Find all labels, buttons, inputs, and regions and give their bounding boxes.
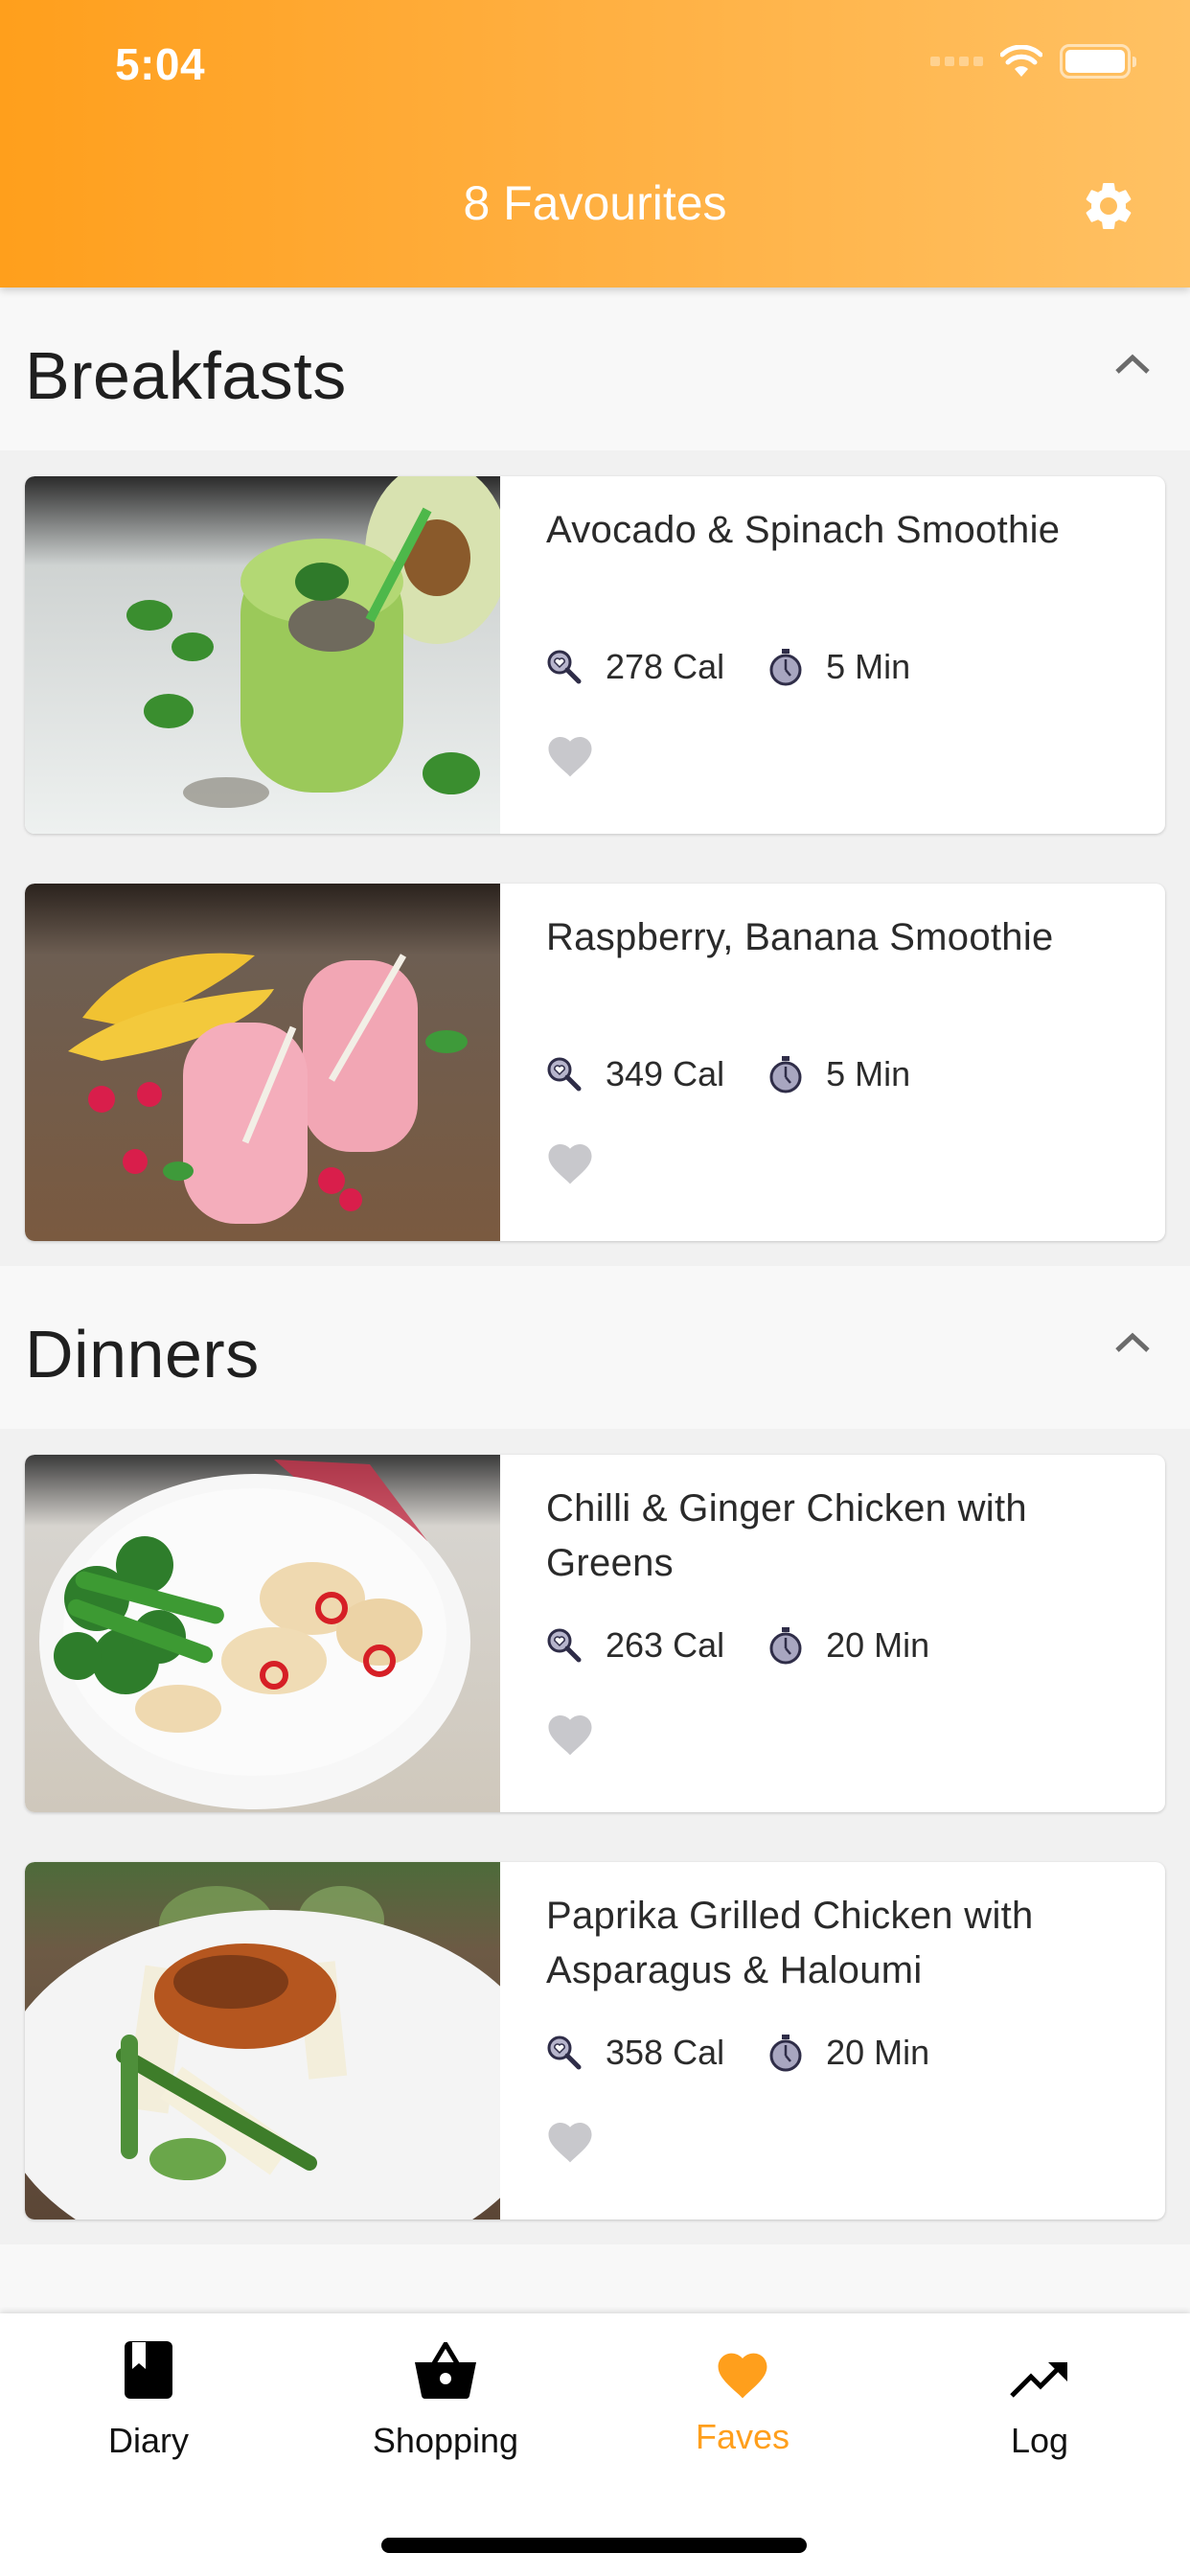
favourite-button[interactable]: [544, 1138, 596, 1185]
status-icons: [930, 44, 1136, 79]
calories: 263 Cal: [546, 1625, 724, 1666]
diary-book-icon: [125, 2341, 172, 2399]
recipe-meta: 358 Cal 20 Min: [546, 2033, 929, 2073]
recipe-image: [25, 476, 500, 834]
heart-icon: [718, 2353, 767, 2399]
chicken-greens-bowl-photo: [25, 1455, 500, 1812]
time-value: 5 Min: [826, 1054, 911, 1093]
calorie-search-icon: [547, 650, 582, 684]
app-header: 5:04 8 Favourites: [0, 0, 1190, 288]
battery-icon: [1060, 44, 1136, 79]
prep-time: 5 Min: [768, 647, 910, 687]
calories: 349 Cal: [546, 1054, 724, 1094]
page-title: 8 Favourites: [463, 176, 727, 230]
tab-label: Faves: [695, 2417, 790, 2456]
recipe-meta: 349 Cal 5 Min: [546, 1054, 910, 1094]
section-dinners: Dinners Chilli & Ginger Chicken with Gre…: [0, 1266, 1190, 2244]
pink-smoothie-photo: [25, 884, 500, 1241]
trending-up-icon: [1010, 2362, 1067, 2398]
section-title: Dinners: [25, 1317, 260, 1392]
calorie-search-icon: [547, 1057, 582, 1092]
favourite-button[interactable]: [544, 2116, 596, 2164]
prep-time: 20 Min: [768, 1625, 929, 1666]
prep-time: 20 Min: [768, 2033, 929, 2073]
tab-label: Log: [1010, 2421, 1069, 2460]
time-value: 20 Min: [826, 1625, 930, 1665]
collapse-button[interactable]: [1104, 1314, 1161, 1371]
heart-icon: [548, 737, 592, 777]
favourite-button[interactable]: [544, 1709, 596, 1757]
favourites-list[interactable]: Breakfasts Avocado & Spinach Smoothie 27…: [0, 288, 1190, 2313]
recipe-name: Avocado & Spinach Smoothie: [546, 509, 1061, 551]
favourite-button[interactable]: [544, 730, 596, 778]
chevron-up-icon: [1115, 354, 1150, 374]
section-header[interactable]: Dinners: [0, 1266, 1190, 1429]
recipe-name: Chilli & Ginger Chicken with Greens: [546, 1487, 1027, 1584]
signal-icon: [930, 57, 983, 66]
gear-icon: [1086, 182, 1132, 229]
recipe-details: Avocado & Spinach Smoothie 278 Cal 5 Min: [500, 476, 1165, 834]
stopwatch-icon: [769, 2035, 802, 2072]
settings-button[interactable]: [1077, 174, 1140, 238]
tab-log[interactable]: Log: [925, 2338, 1155, 2482]
paprika-chicken-plate-photo: [25, 1862, 500, 2220]
tab-label: Diary: [107, 2421, 189, 2460]
home-indicator[interactable]: [381, 2538, 807, 2553]
recipe-name: Raspberry, Banana Smoothie: [546, 916, 1054, 958]
tab-diary[interactable]: Diary: [34, 2338, 263, 2482]
heart-icon: [548, 1144, 592, 1184]
tab-shopping[interactable]: Shopping: [331, 2338, 561, 2482]
heart-icon: [548, 1715, 592, 1756]
calories-value: 358 Cal: [606, 2033, 725, 2072]
section-cards: Chilli & Ginger Chicken with Greens 263 …: [0, 1429, 1190, 2244]
tab-faves[interactable]: Faves: [628, 2338, 858, 2482]
section-title: Breakfasts: [25, 338, 347, 413]
recipe-details: Paprika Grilled Chicken with Asparagus &…: [500, 1862, 1165, 2220]
status-time: 5:04: [115, 39, 206, 89]
recipe-card[interactable]: Avocado & Spinach Smoothie 278 Cal 5 Min: [25, 476, 1165, 834]
calories-value: 278 Cal: [606, 647, 725, 686]
heart-icon: [548, 2123, 592, 2163]
recipe-image: [25, 1455, 500, 1812]
tab-bar: Diary Shopping Faves Log: [0, 2313, 1190, 2576]
section-breakfasts: Breakfasts Avocado & Spinach Smoothie 27…: [0, 288, 1190, 1266]
section-header[interactable]: Breakfasts: [0, 288, 1190, 450]
time-value: 20 Min: [826, 2033, 930, 2072]
tab-label: Shopping: [372, 2421, 519, 2460]
recipe-details: Raspberry, Banana Smoothie 349 Cal 5 Min: [500, 884, 1165, 1241]
calories: 278 Cal: [546, 647, 724, 687]
section-cards: Avocado & Spinach Smoothie 278 Cal 5 Min: [0, 450, 1190, 1266]
recipe-meta: 278 Cal 5 Min: [546, 647, 910, 687]
stopwatch-icon: [769, 649, 802, 686]
recipe-card[interactable]: Paprika Grilled Chicken with Asparagus &…: [25, 1862, 1165, 2220]
chevron-up-icon: [1115, 1332, 1150, 1352]
calories-value: 263 Cal: [606, 1625, 725, 1665]
calorie-search-icon: [547, 1628, 582, 1663]
recipe-image: [25, 1862, 500, 2220]
recipe-card[interactable]: Raspberry, Banana Smoothie 349 Cal 5 Min: [25, 884, 1165, 1241]
recipe-image: [25, 884, 500, 1241]
section-header-partial[interactable]: D: [0, 2244, 1190, 2313]
calories-value: 349 Cal: [606, 1054, 725, 1093]
collapse-button[interactable]: [1104, 335, 1161, 393]
time-value: 5 Min: [826, 647, 911, 686]
stopwatch-icon: [769, 1627, 802, 1665]
prep-time: 5 Min: [768, 1054, 910, 1094]
stopwatch-icon: [769, 1056, 802, 1093]
recipe-meta: 263 Cal 20 Min: [546, 1625, 929, 1666]
wifi-icon: [1000, 45, 1042, 78]
recipe-card[interactable]: Chilli & Ginger Chicken with Greens 263 …: [25, 1455, 1165, 1812]
section-title: D: [25, 2306, 74, 2313]
shopping-basket-icon: [415, 2342, 476, 2400]
recipe-details: Chilli & Ginger Chicken with Greens 263 …: [500, 1455, 1165, 1812]
recipe-name: Paprika Grilled Chicken with Asparagus &…: [546, 1895, 1034, 1991]
calories: 358 Cal: [546, 2033, 724, 2073]
calorie-search-icon: [547, 2036, 582, 2070]
green-smoothie-photo: [25, 476, 500, 834]
